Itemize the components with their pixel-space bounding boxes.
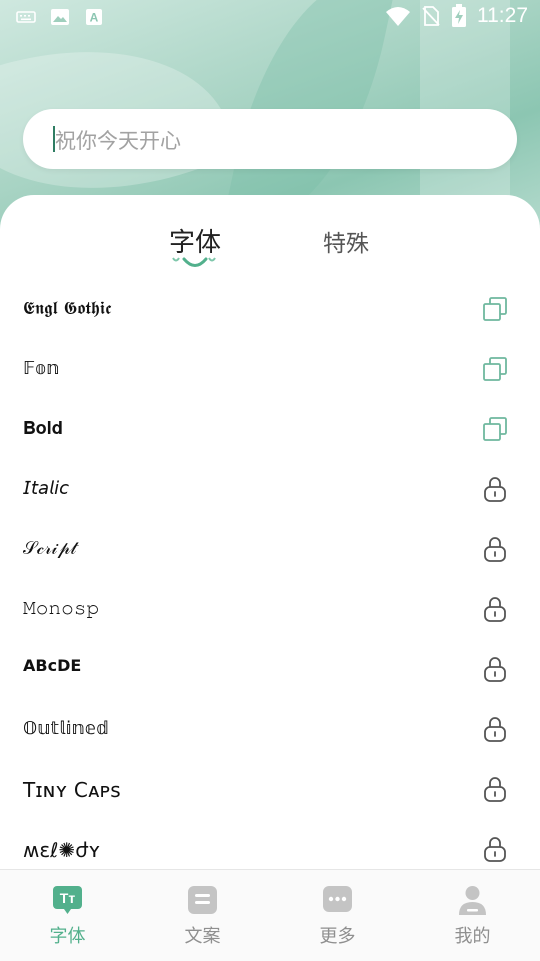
- font-sample: Tɪɴʏ Cᴀᴘs: [23, 778, 121, 802]
- nav-label: 我的: [454, 926, 491, 947]
- image-icon: [51, 9, 69, 25]
- font-row[interactable]: Tɪɴʏ Cᴀᴘs: [0, 760, 540, 820]
- lock-icon[interactable]: [481, 835, 509, 863]
- svg-text:A: A: [90, 11, 99, 25]
- nav-item-more[interactable]: 更多: [270, 870, 405, 961]
- nav-label: 更多: [319, 926, 356, 947]
- lock-icon[interactable]: [481, 475, 509, 503]
- more-chat-icon: [323, 886, 352, 912]
- lock-icon[interactable]: [481, 595, 509, 623]
- font-row[interactable]: 𝒮𝒸𝓇𝒾𝓅𝓉: [0, 520, 540, 580]
- lock-icon[interactable]: [481, 535, 509, 563]
- nav-item-font[interactable]: Tт 字体: [0, 870, 135, 961]
- nav-label: 字体: [49, 926, 86, 947]
- font-sample: ʍɛℓ✺ժʏ: [23, 838, 101, 862]
- font-sample: 𝕰𝖓𝖌𝖑 𝕲𝖔𝖙𝖍𝖎𝖈: [23, 298, 112, 319]
- search-placeholder: 祝你今天开心: [55, 129, 181, 153]
- status-time: 11:27: [477, 4, 528, 27]
- keyboard-icon: [16, 11, 36, 23]
- font-sample: 𝐁𝐨𝐥𝐝: [23, 418, 63, 439]
- font-row[interactable]: 𝐁𝐨𝐥𝐝: [0, 400, 540, 460]
- search-input[interactable]: 祝你今天开心: [23, 109, 517, 169]
- no-sim-icon: [422, 6, 440, 26]
- font-row[interactable]: 𝔽𝕠𝕟: [0, 340, 540, 400]
- active-tab-indicator: [172, 257, 216, 267]
- wifi-icon: [386, 7, 410, 26]
- font-sample: ABcDE: [23, 656, 82, 675]
- lock-icon[interactable]: [481, 715, 509, 743]
- battery-charging-icon: [452, 4, 466, 27]
- nav-item-copywriting[interactable]: 文案: [135, 870, 270, 961]
- font-sample: 𝔽𝕠𝕟: [23, 358, 60, 379]
- font-row[interactable]: 𝙼𝚘𝚗𝚘𝚜𝚙: [0, 580, 540, 640]
- lock-icon[interactable]: [481, 655, 509, 683]
- font-sample: 𝙼𝚘𝚗𝚘𝚜𝚙: [23, 598, 100, 619]
- font-tt-icon: Tт: [53, 886, 82, 914]
- copy-icon[interactable]: [481, 295, 509, 323]
- nav-label: 文案: [184, 926, 221, 947]
- font-row[interactable]: 𝘐𝘵𝘢𝘭𝘪𝘤: [0, 460, 540, 520]
- status-bar: A 11:27: [0, 0, 540, 36]
- profile-icon: [459, 886, 486, 915]
- font-a-icon: A: [86, 9, 102, 25]
- svg-text:Tт: Tт: [60, 890, 76, 906]
- font-row[interactable]: ABcDE: [0, 640, 540, 700]
- font-sample: 𝕆𝕦𝕥𝕝𝕚𝕟𝕖𝕕: [23, 718, 109, 739]
- lock-icon[interactable]: [481, 775, 509, 803]
- tab-special[interactable]: 特殊: [323, 224, 369, 258]
- copy-icon[interactable]: [481, 415, 509, 443]
- font-row[interactable]: 𝕰𝖓𝖌𝖑 𝕲𝖔𝖙𝖍𝖎𝖈: [0, 280, 540, 340]
- copywriting-icon: [188, 886, 217, 914]
- nav-item-profile[interactable]: 我的: [405, 870, 540, 961]
- copy-icon[interactable]: [481, 355, 509, 383]
- font-row[interactable]: 𝕆𝕦𝕥𝕝𝕚𝕟𝕖𝕕: [0, 700, 540, 760]
- font-sample: 𝒮𝒸𝓇𝒾𝓅𝓉: [23, 538, 77, 559]
- font-sample: 𝘐𝘵𝘢𝘭𝘪𝘤: [23, 478, 69, 499]
- bottom-nav: Tт 字体 文案 更多 我的: [0, 869, 540, 961]
